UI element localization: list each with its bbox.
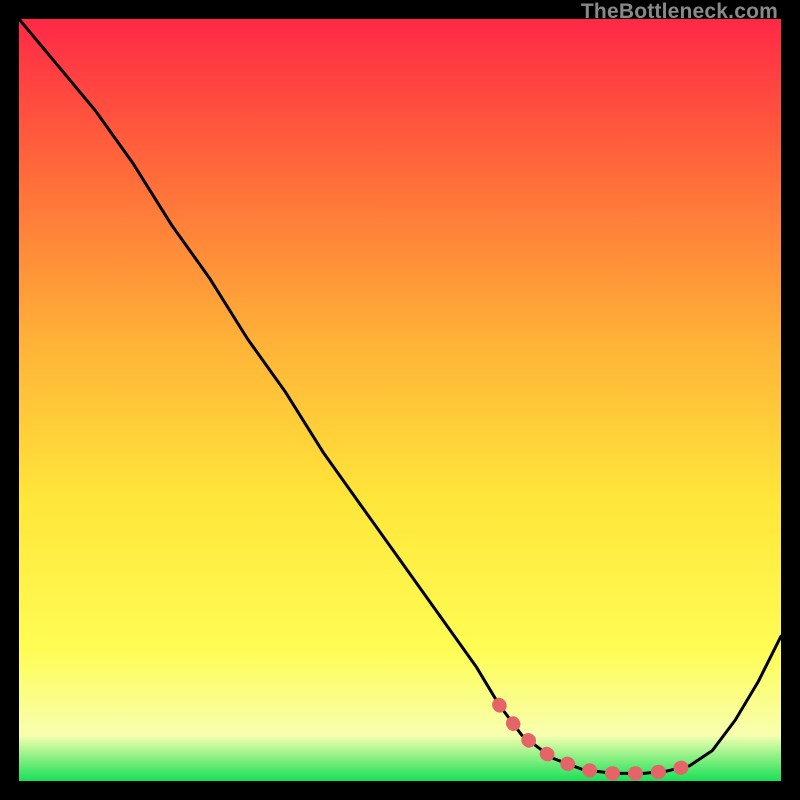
chart-frame	[19, 19, 781, 781]
gradient-background	[19, 19, 781, 781]
watermark-text: TheBottleneck.com	[581, 0, 778, 24]
bottleneck-chart	[19, 19, 781, 781]
